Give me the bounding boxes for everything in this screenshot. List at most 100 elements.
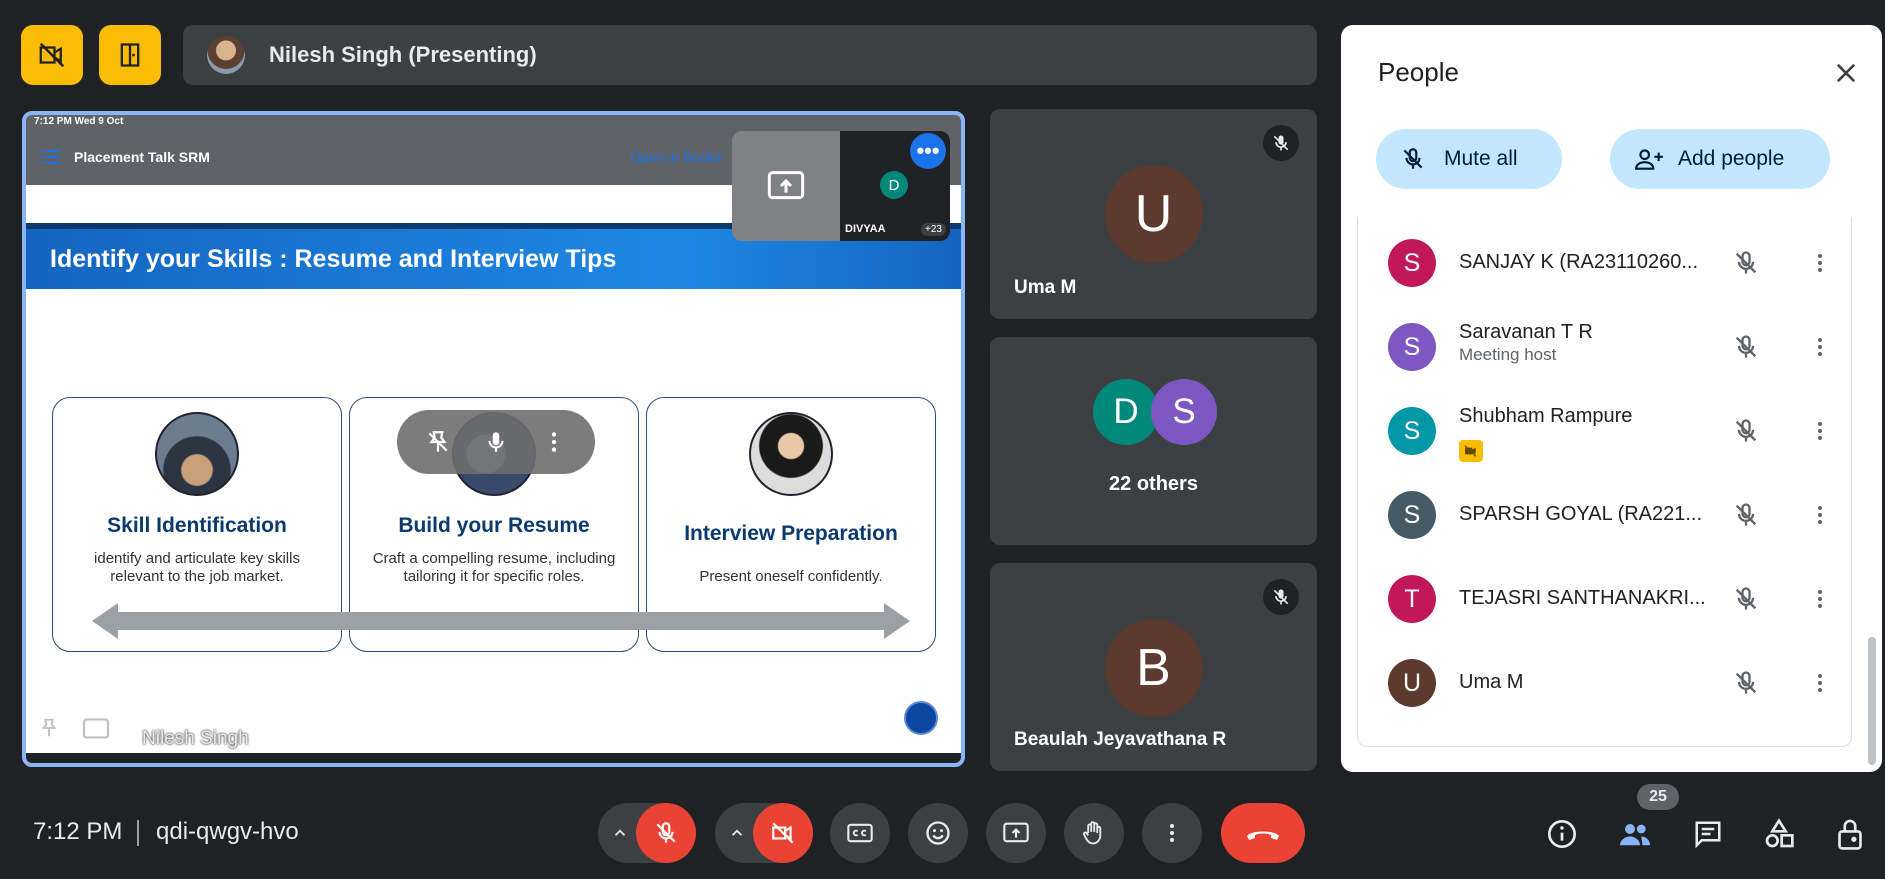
avatar: T (1388, 575, 1436, 623)
open-in-books-link[interactable]: Open in Books (630, 149, 722, 165)
avatar: D (880, 171, 908, 199)
more-vert-icon[interactable] (1808, 669, 1832, 697)
pip-count: +23 (921, 223, 946, 236)
hand-icon (1083, 821, 1102, 845)
list-item[interactable]: U Uma M (1358, 641, 1851, 725)
arrow-head-left (92, 603, 118, 639)
pin-icon (41, 718, 57, 737)
participant-tile-beaulah[interactable]: B Beaulah Jeyavathana R (990, 563, 1317, 771)
presenter-name: Nilesh Singh (Presenting) (269, 42, 537, 67)
list-item[interactable]: S SPARSH GOYAL (RA221... (1358, 473, 1851, 557)
person-name: SANJAY K (RA23110260... (1459, 251, 1699, 273)
avatar: S (1388, 491, 1436, 539)
more-vert-icon[interactable] (541, 429, 567, 455)
pip-share-pane (732, 131, 840, 241)
participant-tile-others[interactable]: D S 22 others (990, 337, 1317, 545)
mic-off-icon (1263, 579, 1299, 615)
person-add-icon (1635, 149, 1663, 170)
shapes-icon (1765, 818, 1794, 848)
videocam-off-icon (772, 822, 794, 844)
chat-button[interactable] (1686, 812, 1730, 856)
camera-toggle-button[interactable] (753, 803, 813, 863)
meeting-details-button[interactable] (1540, 812, 1584, 856)
door-icon (120, 43, 140, 67)
hide-tiles-button[interactable] (21, 25, 83, 85)
mic-icon[interactable] (483, 429, 509, 455)
no-video-icon (39, 42, 65, 68)
chevron-up-icon (731, 829, 743, 836)
avatar: B (1104, 619, 1203, 717)
info-icon (1548, 820, 1576, 848)
tile-hover-controls (397, 410, 595, 474)
present-icon (767, 171, 805, 200)
doc-title: Placement Talk SRM (74, 149, 210, 165)
mic-off-icon[interactable] (1732, 333, 1760, 361)
list-item[interactable]: S Shubham Rampure (1358, 389, 1851, 473)
avatar: D (1093, 379, 1159, 445)
panel-scrollbar[interactable] (1868, 637, 1876, 765)
leave-call-button[interactable] (1221, 803, 1305, 863)
unpin-icon[interactable] (425, 429, 451, 455)
participant-tile-uma[interactable]: U Uma M (990, 109, 1317, 319)
card-body: identify and articulate key skills relev… (94, 550, 300, 585)
lock-person-icon (1838, 819, 1862, 850)
people-icon (1620, 824, 1650, 846)
people-button[interactable] (1613, 812, 1657, 856)
clock: 7:12 PM (33, 818, 123, 845)
captions-button[interactable] (830, 803, 890, 863)
add-people-label: Add people (1678, 147, 1785, 170)
avatar: U (1104, 165, 1203, 263)
door-button[interactable] (99, 25, 161, 85)
meeting-code: qdi-qwgv-hvo (156, 818, 299, 845)
presenter-avatar (207, 36, 245, 74)
add-people-button[interactable]: Add people (1610, 129, 1830, 189)
more-vert-icon (1170, 824, 1174, 842)
more-vert-icon[interactable] (1808, 333, 1832, 361)
more-vert-icon[interactable] (1808, 585, 1832, 613)
mic-off-icon (1403, 148, 1423, 169)
self-view-pip[interactable]: D ••• DIVYAA +23 (732, 131, 950, 241)
presenter-bar: Nilesh Singh (Presenting) (183, 25, 1317, 85)
present-button[interactable] (986, 803, 1046, 863)
more-vert-icon[interactable] (1808, 249, 1832, 277)
list-item[interactable]: S Saravanan T R Meeting host (1358, 305, 1851, 389)
slide-title: Identify your Skills : Resume and Interv… (50, 244, 617, 273)
more-options-button[interactable] (1142, 803, 1202, 863)
mic-off-icon[interactable] (1732, 585, 1760, 613)
pip-participant-pane: D ••• DIVYAA +23 (840, 131, 950, 241)
card-title: Skill Identification (107, 514, 287, 537)
person-name: TEJASRI SANTHANAKRI... (1459, 587, 1706, 609)
mic-toggle-button[interactable] (636, 803, 696, 863)
card-title: Build your Resume (398, 514, 590, 537)
participant-list: S SANJAY K (RA23110260... S Saravanan T … (1357, 217, 1852, 747)
video-options-button[interactable] (719, 803, 755, 863)
person-name: Uma M (1459, 671, 1524, 693)
raise-hand-button[interactable] (1064, 803, 1124, 863)
card-body: Present oneself confidently. (699, 568, 883, 585)
list-item[interactable]: T TEJASRI SANTHANAKRI... (1358, 557, 1851, 641)
mic-off-icon[interactable] (1732, 501, 1760, 529)
ipad-status-bar: 7:12 PM Wed 9 Oct (26, 115, 961, 129)
mic-off-icon[interactable] (1732, 249, 1760, 277)
avatar: S (1151, 379, 1217, 445)
mic-off-icon[interactable] (1732, 417, 1760, 445)
activities-button[interactable] (1757, 812, 1801, 856)
more-horiz-icon[interactable]: ••• (910, 133, 946, 169)
avatar: S (1388, 407, 1436, 455)
mic-off-icon[interactable] (1732, 669, 1760, 697)
presentation-stage[interactable]: 7:12 PM Wed 9 Oct Placement Talk SRM Ope… (22, 111, 965, 767)
person-role: Meeting host (1459, 345, 1557, 364)
audio-options-button[interactable] (602, 803, 638, 863)
reactions-button[interactable] (908, 803, 968, 863)
video-off-badge-icon (1459, 440, 1483, 462)
more-vert-icon[interactable] (1808, 417, 1832, 445)
list-item[interactable]: S SANJAY K (RA23110260... (1358, 221, 1851, 305)
avatar: U (1388, 659, 1436, 707)
more-vert-icon[interactable] (1808, 501, 1832, 529)
tile-name: Beaulah Jeyavathana R (1014, 729, 1227, 750)
close-icon[interactable] (1832, 59, 1860, 87)
arrow-head-right (884, 603, 910, 639)
call-end-icon (1247, 831, 1279, 840)
mute-all-button[interactable]: Mute all (1376, 129, 1562, 189)
host-controls-button[interactable] (1828, 812, 1872, 856)
